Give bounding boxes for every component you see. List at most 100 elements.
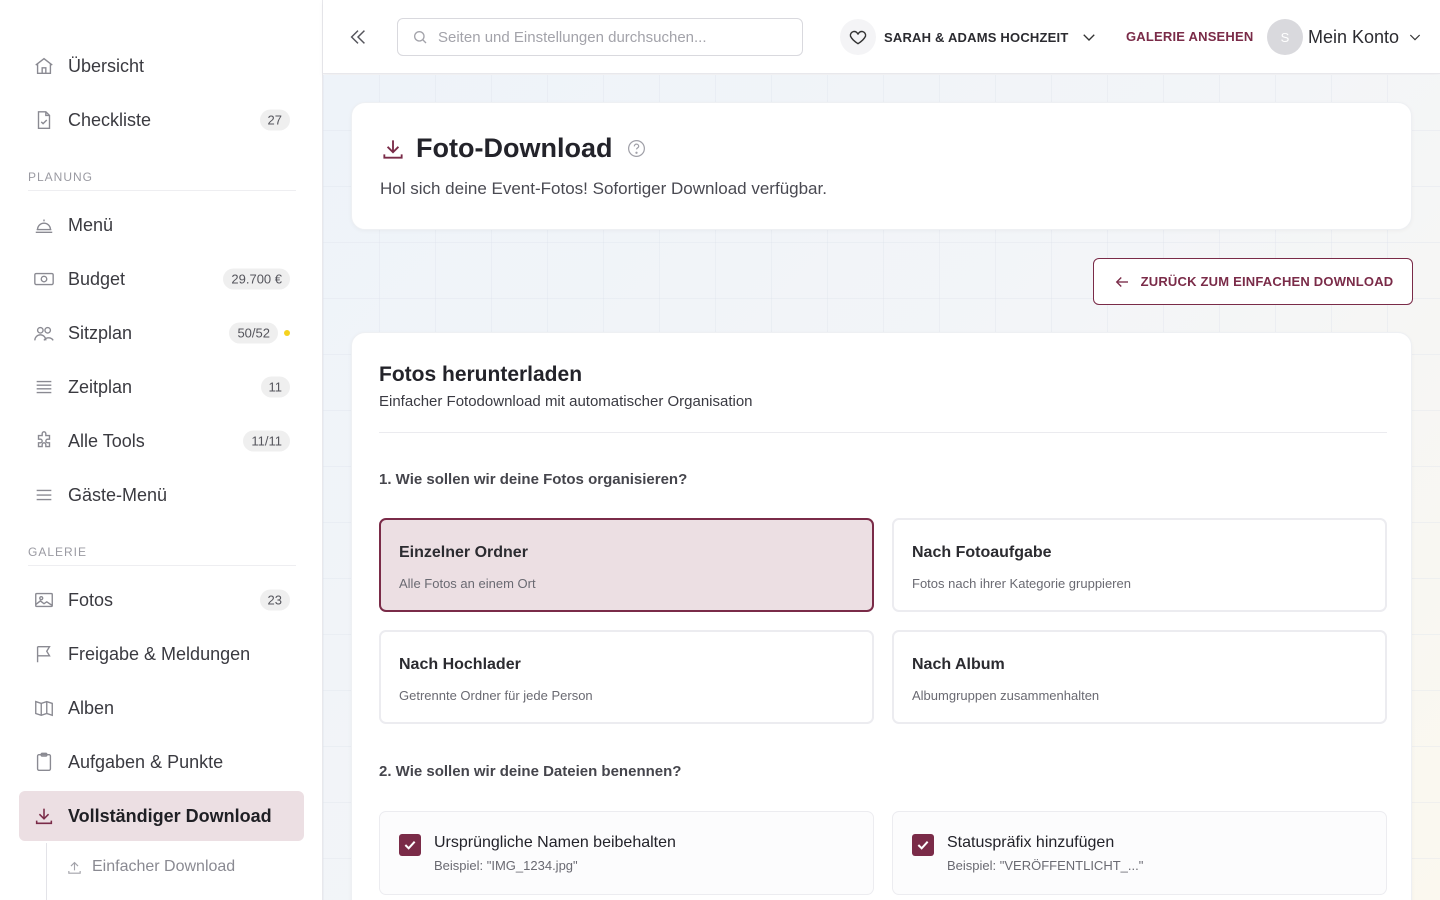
search-icon bbox=[412, 29, 428, 45]
sidebar-item-label: Übersicht bbox=[68, 55, 145, 76]
count-badge: 50/52 bbox=[229, 322, 278, 344]
section-divider bbox=[28, 190, 296, 191]
sidebar-item-label: Checkliste bbox=[68, 109, 152, 130]
sidebar-item-fotos[interactable]: Fotos 23 bbox=[19, 575, 304, 625]
option-title: Nach Hochlader bbox=[399, 656, 521, 673]
upload-icon bbox=[66, 859, 83, 876]
submenu-rail bbox=[46, 843, 47, 900]
section-divider bbox=[28, 565, 296, 566]
count-badge: 27 bbox=[259, 109, 290, 131]
question-organize: 1. Wie sollen wir deine Fotos organisier… bbox=[379, 471, 688, 488]
option-by-album[interactable]: Nach Album Albumgruppen zusammenhalten bbox=[892, 630, 1387, 724]
sidebar-item-alle-tools[interactable]: Alle Tools 11/11 bbox=[19, 416, 304, 466]
download-icon bbox=[33, 805, 55, 827]
cloche-icon bbox=[33, 214, 55, 236]
sidebar-item-label: Menü bbox=[68, 214, 114, 235]
section-subtitle: Einfacher Fotodownload mit automatischer… bbox=[379, 393, 753, 410]
option-title: Einzelner Ordner bbox=[399, 544, 528, 561]
download-icon bbox=[380, 136, 406, 162]
sidebar-item-freigabe[interactable]: Freigabe & Meldungen bbox=[19, 629, 304, 679]
checkbox-checked[interactable] bbox=[912, 834, 934, 856]
page-header-card: Foto-Download Hol sich deine Event-Fotos… bbox=[351, 102, 1412, 230]
list-icon bbox=[33, 376, 55, 398]
event-selector[interactable]: SARAH & ADAMS HOCHZEIT bbox=[840, 19, 1098, 55]
status-dot bbox=[284, 330, 290, 336]
check-icon bbox=[404, 840, 416, 850]
sidebar-item-vollstaendiger-download[interactable]: Vollständiger Download bbox=[19, 791, 304, 841]
clipboard-icon bbox=[33, 751, 55, 773]
checkbox-label: Statuspräfix hinzufügen bbox=[947, 834, 1115, 851]
option-description: Alle Fotos an einem Ort bbox=[399, 576, 536, 591]
section-title: Fotos herunterladen bbox=[379, 363, 583, 386]
sidebar-subitem-label: Einfacher Download bbox=[92, 858, 236, 875]
checkbox-keep-original-names[interactable]: Ursprüngliche Namen beibehalten Beispiel… bbox=[379, 811, 874, 895]
image-icon bbox=[33, 589, 55, 611]
sidebar-item-alben[interactable]: Alben bbox=[19, 683, 304, 733]
page-subtitle: Hol sich deine Event-Fotos! Sofortiger D… bbox=[380, 179, 827, 198]
download-settings-card: Fotos herunterladen Einfacher Fotodownlo… bbox=[351, 332, 1412, 900]
sidebar-item-label: Zeitplan bbox=[68, 376, 133, 397]
option-by-photo-task[interactable]: Nach Fotoaufgabe Fotos nach ihrer Katego… bbox=[892, 518, 1387, 612]
count-badge: 29.700 € bbox=[223, 268, 290, 290]
back-to-simple-download-button[interactable]: ZURÜCK ZUM EINFACHEN DOWNLOAD bbox=[1093, 258, 1413, 305]
chevron-down-icon bbox=[1407, 29, 1423, 45]
checkbox-example: Beispiel: "IMG_1234.jpg" bbox=[434, 858, 578, 873]
count-badge: 11/11 bbox=[243, 430, 290, 452]
help-icon[interactable] bbox=[626, 138, 647, 159]
sidebar-item-label: Alben bbox=[68, 697, 115, 718]
sidebar-item-label: Fotos bbox=[68, 589, 114, 610]
sidebar-subitem-einfacher-download[interactable]: Einfacher Download bbox=[66, 852, 235, 882]
section-divider bbox=[379, 432, 1387, 433]
book-icon bbox=[33, 697, 55, 719]
option-description: Fotos nach ihrer Kategorie gruppieren bbox=[912, 576, 1131, 591]
account-label: Mein Konto bbox=[1308, 26, 1400, 47]
option-title: Nach Fotoaufgabe bbox=[912, 544, 1052, 561]
double-chevron-left-icon bbox=[350, 30, 365, 44]
sidebar-item-menu[interactable]: Menü bbox=[19, 200, 304, 250]
option-description: Getrennte Ordner für jede Person bbox=[399, 688, 593, 703]
section-label-planung: PLANUNG bbox=[28, 170, 94, 184]
option-description: Albumgruppen zusammenhalten bbox=[912, 688, 1100, 703]
menu-icon bbox=[33, 484, 55, 506]
search-input[interactable] bbox=[438, 28, 778, 46]
sidebar: Übersicht Checkliste 27 PLANUNG Menü Bud… bbox=[0, 0, 323, 900]
sidebar-item-budget[interactable]: Budget 29.700 € bbox=[19, 254, 304, 304]
count-badge: 11 bbox=[260, 376, 290, 398]
checkbox-example: Beispiel: "VERÖFFENTLICHT_..." bbox=[947, 858, 1144, 873]
option-title: Nach Album bbox=[912, 656, 1005, 673]
checkbox-add-status-prefix[interactable]: Statuspräfix hinzufügen Beispiel: "VERÖF… bbox=[892, 811, 1387, 895]
sidebar-item-label: Sitzplan bbox=[68, 322, 133, 343]
sidebar-item-checkliste[interactable]: Checkliste 27 bbox=[19, 95, 304, 145]
sidebar-item-gaeste-menu[interactable]: Gäste-Menü bbox=[19, 470, 304, 520]
sidebar-item-label: Vollständiger Download bbox=[68, 805, 272, 826]
sidebar-item-label: Aufgaben & Punkte bbox=[68, 751, 224, 772]
sidebar-item-sitzplan[interactable]: Sitzplan 50/52 bbox=[19, 308, 304, 358]
sidebar-item-label: Alle Tools bbox=[68, 430, 145, 451]
money-icon bbox=[33, 268, 55, 290]
count-badge: 23 bbox=[259, 589, 290, 611]
option-single-folder[interactable]: Einzelner Ordner Alle Fotos an einem Ort bbox=[379, 518, 874, 612]
question-naming: 2. Wie sollen wir deine Dateien benennen… bbox=[379, 763, 682, 780]
option-by-uploader[interactable]: Nach Hochlader Getrennte Ordner für jede… bbox=[379, 630, 874, 724]
checklist-icon bbox=[33, 109, 55, 131]
sidebar-item-uebersicht[interactable]: Übersicht bbox=[19, 41, 304, 91]
flag-icon bbox=[33, 643, 55, 665]
puzzle-icon bbox=[33, 430, 55, 452]
search-box[interactable] bbox=[397, 18, 803, 56]
section-label-galerie: GALERIE bbox=[28, 545, 88, 559]
chevron-down-icon bbox=[1080, 28, 1098, 46]
arrow-left-icon bbox=[1113, 273, 1131, 291]
view-gallery-link[interactable]: GALERIE ANSEHEN bbox=[1126, 29, 1253, 44]
collapse-sidebar-button[interactable] bbox=[345, 24, 371, 50]
checkbox-checked[interactable] bbox=[399, 834, 421, 856]
heart-icon bbox=[840, 19, 876, 55]
avatar: S bbox=[1267, 19, 1303, 55]
sidebar-item-zeitplan[interactable]: Zeitplan 11 bbox=[19, 362, 304, 412]
sidebar-item-label: Gäste-Menü bbox=[68, 484, 168, 505]
page-title: Foto-Download bbox=[416, 133, 613, 163]
top-header: SARAH & ADAMS HOCHZEIT GALERIE ANSEHEN S… bbox=[323, 0, 1440, 74]
sidebar-item-aufgaben[interactable]: Aufgaben & Punkte bbox=[19, 737, 304, 787]
check-icon bbox=[917, 840, 929, 850]
event-name: SARAH & ADAMS HOCHZEIT bbox=[884, 29, 1069, 45]
account-menu[interactable]: S Mein Konto bbox=[1267, 19, 1423, 55]
